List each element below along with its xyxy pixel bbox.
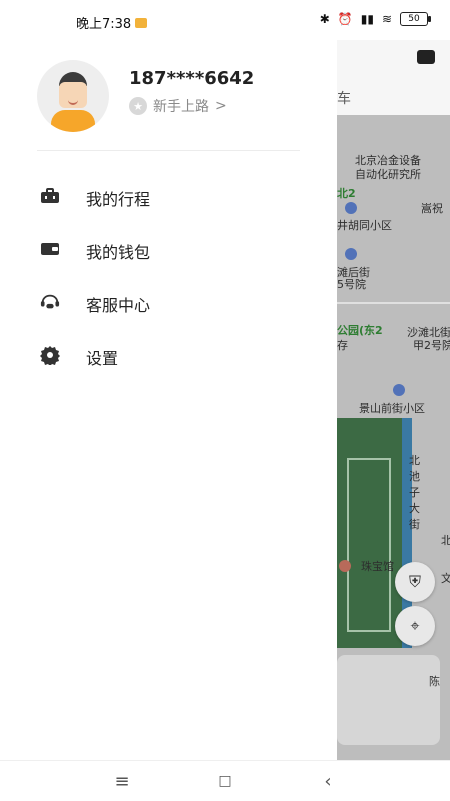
map-label: 自动化研究所 (355, 168, 421, 181)
locate-button[interactable]: ⌖ (395, 606, 435, 646)
map-label: 景山前街小区 (359, 402, 425, 415)
map-label: 公园(东2 (337, 324, 383, 337)
map-poi-icon (339, 560, 351, 572)
wifi-icon: ≋ (381, 12, 392, 26)
map-area[interactable]: 车 北京冶金设备 自动化研究所 嵩祝 北2 井胡同小区 滩后街 5号院 公园(东… (337, 40, 450, 760)
map-label: 存 (337, 339, 348, 352)
menu-item-wallet[interactable]: 我的钱包 (0, 223, 337, 276)
map-bottom-panel[interactable]: 陈 (337, 655, 440, 745)
locate-icon: ⌖ (410, 616, 420, 635)
menu-item-label: 客服中心 (86, 296, 151, 315)
support-icon (40, 294, 60, 310)
drawer-menu: 我的行程 我的钱包 客服中心 设置 (0, 170, 337, 382)
message-icon[interactable] (417, 50, 435, 64)
wallet-icon (40, 241, 60, 257)
map-street-line (337, 302, 450, 304)
back-button[interactable]: ‹ (318, 770, 338, 792)
map-label: 街 (409, 518, 420, 531)
avatar-body (51, 110, 95, 132)
map-label: 珠宝馆 (361, 560, 394, 573)
menu-item-settings[interactable]: 设置 (0, 329, 337, 382)
map-label: 嵩祝 (421, 202, 443, 215)
shield-plus-icon: ⛨ (408, 572, 421, 591)
map-label: 子 (409, 486, 420, 499)
map-label: 北2 (337, 187, 356, 200)
map-label: 北 (409, 454, 420, 467)
chevron-right-icon: > (215, 98, 227, 114)
map-label: 甲2号院 (413, 339, 450, 352)
drawer-divider (37, 150, 300, 151)
map-poi-icon (393, 384, 405, 396)
battery-indicator: 50 (400, 12, 431, 26)
briefcase-icon (40, 188, 60, 204)
field-lines (347, 458, 391, 632)
signal-icon: ▮▮ (360, 12, 374, 26)
gear-icon (40, 346, 60, 365)
map-top-partial-text: 车 (337, 91, 351, 107)
status-time: 晚上7:38 (76, 17, 132, 32)
map-poi-icon (345, 248, 357, 260)
bluetooth-icon: ✱ (319, 12, 330, 26)
map-label: 北 (441, 534, 450, 547)
user-level-text: 新手上路 (153, 99, 209, 115)
menu-item-trips[interactable]: 我的行程 (0, 170, 337, 223)
status-bar: 晚上7:38 ✱ ⏰ ▮▮ ≋ 50 (0, 0, 450, 40)
menu-item-label: 我的钱包 (86, 243, 151, 262)
avatar[interactable] (37, 60, 109, 132)
notification-icon (135, 17, 148, 28)
map-topbar: 车 (337, 40, 450, 115)
map-poi-icon (345, 202, 357, 214)
menu-item-label: 我的行程 (86, 190, 151, 209)
menu-item-label: 设置 (86, 349, 119, 368)
panel-partial-text: 陈 (429, 675, 440, 688)
map-label: 池 (409, 470, 420, 483)
home-button[interactable]: □ (215, 771, 235, 791)
level-badge-icon: ★ (129, 97, 147, 115)
menu-item-support[interactable]: 客服中心 (0, 276, 337, 329)
side-drawer: 187****6642 ★ 新手上路 > 我的行程 我的钱包 客服中心 设置 (0, 40, 337, 760)
status-right: ✱ ⏰ ▮▮ ≋ 50 (319, 12, 431, 26)
map-label: 大 (409, 502, 420, 515)
map-label: 井胡同小区 (337, 219, 392, 232)
menu-icon: ≡ (114, 770, 130, 792)
recent-apps-button[interactable]: ≡ (112, 770, 132, 792)
home-square-icon: □ (218, 773, 232, 789)
map-label: 5号院 (337, 278, 366, 291)
safety-shield-button[interactable]: ⛨ (395, 562, 435, 602)
status-left: 晚上7:38 (76, 13, 148, 32)
user-phone: 187****6642 (129, 68, 255, 89)
system-nav-bar: ≡ □ ‹ (0, 760, 450, 801)
user-level-link[interactable]: ★ 新手上路 > (129, 96, 227, 116)
map-label: 文 (441, 572, 450, 585)
back-icon: ‹ (324, 770, 332, 792)
alarm-icon: ⏰ (337, 12, 353, 26)
